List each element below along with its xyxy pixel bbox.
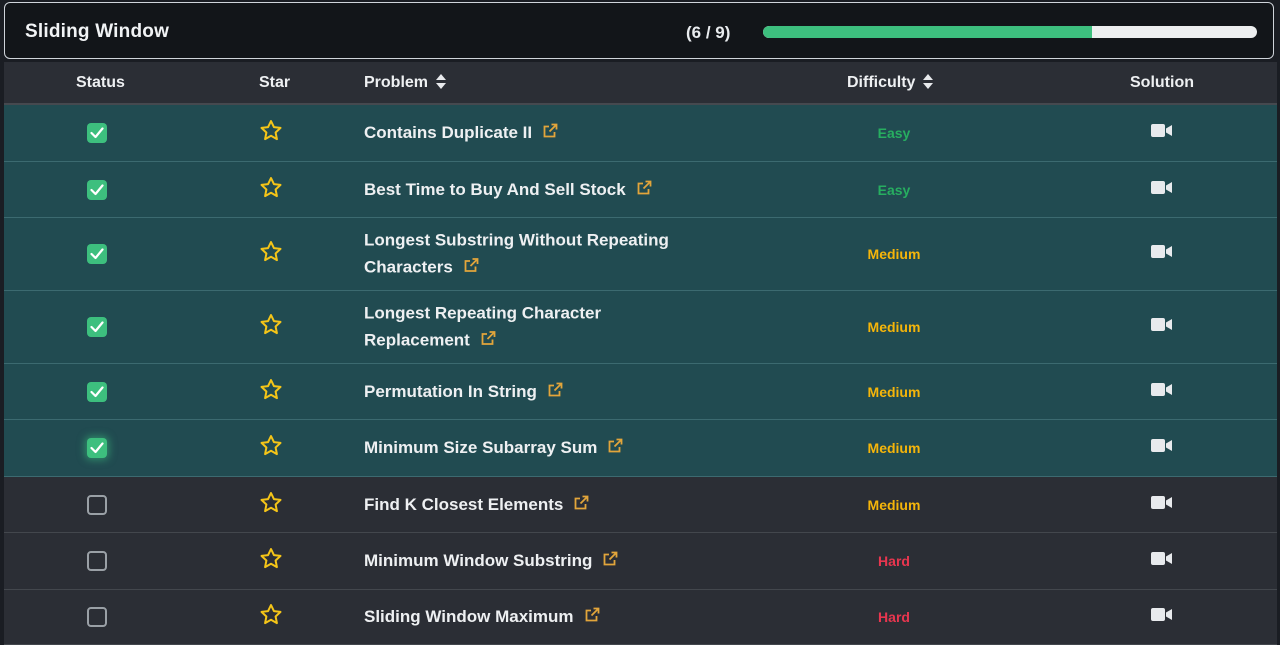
video-camera-icon[interactable] (1151, 551, 1173, 571)
checkbox-checked-icon (90, 385, 104, 398)
video-camera-icon[interactable] (1151, 317, 1173, 337)
table-row: Minimum Window Substring Hard (4, 533, 1277, 590)
problem-link[interactable]: Sliding Window Maximum (364, 603, 704, 631)
difficulty-label: Easy (877, 181, 911, 198)
table-row: Longest Substring Without Repeating Char… (4, 218, 1277, 291)
external-link-icon[interactable] (463, 255, 479, 282)
problem-link[interactable]: Longest Repeating Character Replacement (364, 300, 704, 355)
star-outline-icon[interactable] (259, 240, 283, 269)
progress-bar-fill (763, 26, 1093, 38)
video-camera-icon[interactable] (1151, 244, 1173, 264)
problem-link[interactable]: Minimum Window Substring (364, 547, 704, 575)
difficulty-label: Easy (877, 125, 911, 141)
table-row: Minimum Size Subarray Sum Medium (4, 420, 1277, 477)
difficulty-label: Medium (867, 440, 921, 456)
video-camera-icon[interactable] (1151, 607, 1173, 627)
video-camera-icon[interactable] (1151, 180, 1173, 200)
difficulty-label: Hard (878, 553, 910, 569)
difficulty-label: Hard (878, 609, 910, 625)
problem-link[interactable]: Best Time to Buy And Sell Stock (364, 176, 704, 204)
table-row: Sliding Window Maximum Hard (4, 590, 1277, 645)
column-header-problem[interactable]: Problem (364, 74, 447, 94)
external-link-icon[interactable] (542, 120, 558, 147)
external-link-icon[interactable] (602, 548, 618, 575)
problem-link[interactable]: Minimum Size Subarray Sum (364, 434, 704, 462)
status-checkbox[interactable] (87, 607, 107, 627)
external-link-icon[interactable] (636, 177, 652, 204)
status-checkbox-checked[interactable] (87, 244, 107, 264)
sort-icon[interactable] (436, 74, 447, 94)
difficulty-label: Medium (867, 496, 921, 513)
difficulty-label: Medium (867, 246, 921, 262)
problem-title[interactable]: Minimum Window Substring (364, 551, 592, 570)
checkbox-checked-icon (90, 183, 104, 196)
star-outline-icon[interactable] (259, 377, 283, 406)
column-header-problem-label: Problem (364, 74, 429, 91)
table-header: Status Star Problem Difficulty Solution (4, 62, 1277, 105)
column-header-star: Star (259, 74, 291, 91)
column-header-difficulty[interactable]: Difficulty (847, 74, 934, 94)
table-row: Longest Repeating Character Replacement M… (4, 291, 1277, 364)
topic-header: Sliding Window (6 / 9) (4, 2, 1274, 59)
problem-title[interactable]: Minimum Size Subarray Sum (364, 438, 597, 457)
problem-title[interactable]: Find K Closest Elements (364, 495, 563, 514)
table-row: Contains Duplicate II Easy (4, 105, 1277, 162)
progress-count: (6 / 9) (686, 23, 731, 42)
external-link-icon[interactable] (573, 492, 589, 519)
problem-link[interactable]: Permutation In String (364, 378, 704, 406)
video-camera-icon[interactable] (1151, 438, 1173, 458)
topic-title: Sliding Window (25, 21, 170, 42)
difficulty-label: Medium (867, 319, 921, 335)
problem-link[interactable]: Contains Duplicate II (364, 119, 704, 147)
problem-link[interactable]: Longest Substring Without Repeating Char… (364, 227, 704, 282)
star-outline-icon[interactable] (259, 490, 283, 519)
progress-bar (763, 26, 1257, 38)
table-row: Find K Closest Elements Medium (4, 477, 1277, 533)
checkbox-checked-icon (90, 321, 104, 333)
column-header-difficulty-label: Difficulty (847, 74, 916, 91)
star-outline-icon[interactable] (259, 434, 283, 463)
external-link-icon[interactable] (547, 379, 563, 406)
external-link-icon[interactable] (480, 328, 496, 355)
star-outline-icon[interactable] (259, 175, 283, 204)
problem-title[interactable]: Sliding Window Maximum (364, 607, 574, 626)
table-row: Permutation In String Medium (4, 364, 1277, 420)
column-header-solution: Solution (1130, 74, 1194, 91)
status-checkbox-checked[interactable] (87, 179, 107, 200)
column-header-status: Status (76, 74, 125, 91)
star-outline-icon[interactable] (259, 119, 283, 148)
status-checkbox-checked[interactable] (87, 317, 107, 337)
status-checkbox[interactable] (87, 551, 107, 571)
external-link-icon[interactable] (584, 604, 600, 631)
status-checkbox[interactable] (87, 494, 107, 515)
video-camera-icon[interactable] (1151, 123, 1173, 143)
status-checkbox-checked[interactable] (87, 381, 107, 402)
video-camera-icon[interactable] (1151, 382, 1173, 402)
status-checkbox-checked[interactable] (87, 438, 107, 458)
star-outline-icon[interactable] (259, 603, 283, 632)
problem-title[interactable]: Contains Duplicate II (364, 123, 532, 142)
sort-icon[interactable] (923, 74, 934, 94)
problem-title[interactable]: Best Time to Buy And Sell Stock (364, 180, 626, 199)
problem-title[interactable]: Permutation In String (364, 382, 537, 401)
checkbox-checked-icon (90, 248, 104, 260)
table-row: Best Time to Buy And Sell Stock Easy (4, 162, 1277, 218)
problem-title[interactable]: Longest Substring Without Repeating Char… (364, 231, 669, 277)
difficulty-label: Medium (867, 383, 921, 400)
problems-table: Status Star Problem Difficulty Solution … (4, 62, 1277, 645)
problem-link[interactable]: Find K Closest Elements (364, 491, 704, 519)
checkbox-checked-icon (90, 442, 104, 454)
checkbox-checked-icon (90, 127, 104, 139)
status-checkbox-checked[interactable] (87, 123, 107, 143)
external-link-icon[interactable] (607, 435, 623, 462)
star-outline-icon[interactable] (259, 547, 283, 576)
star-outline-icon[interactable] (259, 313, 283, 342)
video-camera-icon[interactable] (1151, 495, 1173, 515)
